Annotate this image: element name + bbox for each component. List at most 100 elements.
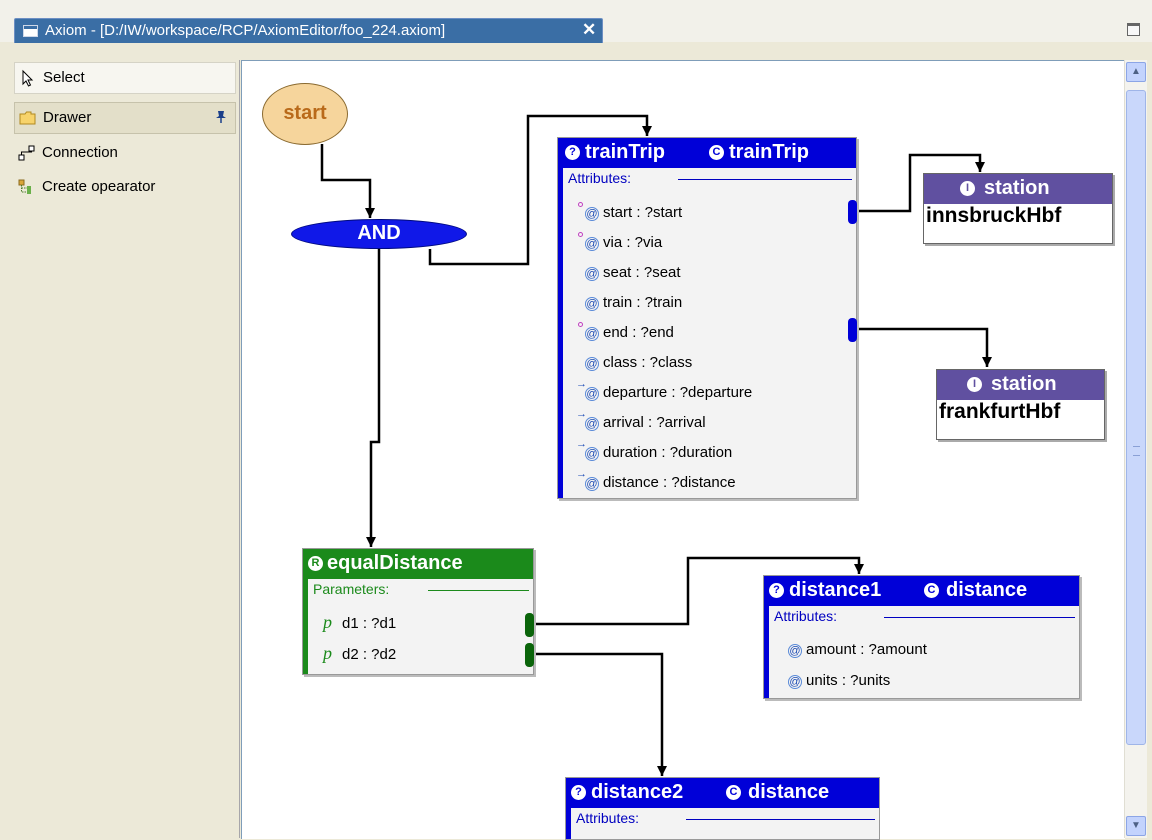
- traintrip-attribute-row: @ seat : ?seat: [585, 264, 681, 281]
- distance2-instance-name: distance2: [591, 781, 684, 803]
- station-innsbruck-name: innsbruckHbf: [926, 204, 1062, 227]
- attribute-icon: @: [788, 644, 802, 658]
- attribute-icon: @: [585, 387, 599, 401]
- traintrip-instance-name: trainTrip: [585, 141, 666, 163]
- concept-badge-icon: C: [709, 145, 724, 160]
- traintrip-attribute-text: seat : ?seat: [603, 264, 681, 281]
- question-badge-icon: ?: [565, 145, 580, 160]
- traintrip-attribute-text: class : ?class: [603, 354, 693, 371]
- traintrip-attribute-row: @ end : ?end: [578, 322, 674, 341]
- traintrip-instance-box[interactable]: ? trainTrip C trainTrip Attributes: @ sta…: [557, 137, 857, 499]
- equaldistance-header: R equalDistance: [303, 549, 533, 579]
- station-innsbruck-header: I station: [924, 174, 1112, 204]
- folder-icon: [19, 111, 36, 125]
- required-marker-icon: [578, 322, 583, 327]
- connection-icon: [18, 145, 35, 161]
- scroll-thumb[interactable]: [1126, 90, 1146, 745]
- traintrip-attribute-row: @ via : ?via: [578, 232, 663, 251]
- traintrip-attribute-row: @ class : ?class: [585, 354, 692, 371]
- distance1-header: ? distance1 C distance: [764, 576, 1079, 606]
- station-innsbruck-concept: station: [984, 177, 1050, 199]
- palette-select-tool[interactable]: Select: [14, 62, 236, 94]
- distance1-left-bar: [764, 606, 769, 698]
- concept-badge-icon: C: [726, 785, 741, 800]
- scroll-grip-icon: [1133, 446, 1140, 456]
- attribute-icon: @: [585, 357, 599, 371]
- traintrip-concept-name: trainTrip: [729, 141, 810, 163]
- distance1-instance-box[interactable]: ? distance1 C distance Attributes: @ amou…: [763, 575, 1080, 699]
- tab-title: Axiom - [D:/IW/workspace/RCP/AxiomEditor…: [45, 22, 446, 39]
- close-icon[interactable]: ✕: [582, 20, 596, 40]
- palette-create-operator-label: Create opearator: [42, 178, 156, 195]
- attribute-icon: @: [585, 477, 599, 491]
- scroll-down-button[interactable]: ▼: [1126, 816, 1146, 836]
- instance-badge-icon: I: [967, 377, 982, 392]
- traintrip-attribute-row: → @ distance : ?distance: [576, 468, 736, 491]
- attribute-icon: @: [585, 297, 599, 311]
- traintrip-start-port[interactable]: [848, 200, 857, 224]
- traintrip-attribute-text: departure : ?departure: [603, 384, 753, 401]
- editor-tab-bar: Axiom - [D:/IW/workspace/RCP/AxiomEditor…: [0, 0, 1152, 43]
- equaldistance-parameters-heading: Parameters:: [313, 581, 529, 597]
- distance2-left-bar: [566, 808, 571, 839]
- traintrip-attribute-text: via : ?via: [603, 234, 663, 251]
- traintrip-attributes-heading: Attributes:: [568, 170, 852, 186]
- palette-connection-tool[interactable]: Connection: [14, 138, 234, 168]
- tool-palette: Select Drawer Connection Create opearato…: [12, 60, 240, 838]
- equaldistance-left-bar: [303, 579, 308, 674]
- equaldistance-d1-port[interactable]: [525, 613, 534, 637]
- window-icon: [23, 25, 38, 37]
- traintrip-attribute-row: → @ duration : ?duration: [576, 438, 732, 461]
- output-arrow-icon: →: [576, 378, 587, 390]
- arrow-cursor-icon: [22, 69, 34, 87]
- editor-tab[interactable]: Axiom - [D:/IW/workspace/RCP/AxiomEditor…: [14, 18, 603, 43]
- traintrip-end-port[interactable]: [848, 318, 857, 342]
- station-frankfurt-concept: station: [991, 373, 1057, 395]
- pin-icon[interactable]: [215, 110, 227, 124]
- attribute-icon: @: [585, 207, 599, 221]
- distance1-concept-name: distance: [946, 579, 1028, 601]
- concept-badge-icon: C: [924, 583, 939, 598]
- traintrip-attribute-row: @ train : ?train: [585, 294, 682, 311]
- vertical-scrollbar[interactable]: ▲ ▼: [1124, 60, 1147, 838]
- distance1-attr-amount-text: amount : ?amount: [806, 641, 927, 658]
- palette-select-label: Select: [43, 69, 85, 86]
- param-d1-text: d1 : ?d1: [342, 615, 397, 632]
- distance1-attributes-heading: Attributes:: [774, 608, 1075, 624]
- traintrip-attribute-text: start : ?start: [603, 204, 683, 221]
- traintrip-attribute-text: distance : ?distance: [603, 474, 736, 491]
- palette-drawer[interactable]: Drawer: [14, 102, 236, 134]
- traintrip-attribute-text: arrival : ?arrival: [603, 414, 706, 431]
- maximize-button[interactable]: [1127, 23, 1140, 36]
- traintrip-attribute-row: → @ arrival : ?arrival: [576, 408, 706, 431]
- equaldistance-relation-box[interactable]: R equalDistance Parameters: p d1 : ?d1 pd…: [302, 548, 534, 675]
- palette-drawer-label: Drawer: [43, 109, 92, 126]
- traintrip-header: ? trainTrip C trainTrip: [558, 138, 856, 168]
- equaldistance-d2-port[interactable]: [525, 643, 534, 667]
- attribute-icon: @: [585, 237, 599, 251]
- required-marker-icon: [578, 232, 583, 237]
- attribute-icon: @: [788, 675, 802, 689]
- attribute-icon: @: [585, 327, 599, 341]
- required-marker-icon: [578, 202, 583, 207]
- traintrip-attribute-text: train : ?train: [603, 294, 683, 311]
- station-frankfurt-header: I station: [937, 370, 1104, 400]
- question-badge-icon: ?: [571, 785, 586, 800]
- traintrip-left-bar: [558, 168, 563, 498]
- param-d2-text: d2 : ?d2: [342, 646, 397, 663]
- station-frankfurt-box[interactable]: I station frankfurtHbf: [936, 369, 1105, 440]
- distance1-attr-units-text: units : ?units: [806, 672, 891, 689]
- parameter-icon: p: [323, 612, 332, 632]
- tree-icon: [18, 179, 31, 194]
- scroll-up-button[interactable]: ▲: [1126, 62, 1146, 82]
- station-innsbruck-box[interactable]: I station innsbruckHbf: [923, 173, 1113, 244]
- traintrip-attribute-row: → @ departure : ?departure: [576, 378, 753, 401]
- output-arrow-icon: →: [576, 438, 587, 450]
- start-node[interactable]: start: [262, 83, 348, 145]
- distance2-instance-box[interactable]: ? distance2 C distance Attributes:: [565, 777, 880, 840]
- palette-create-operator-tool[interactable]: Create opearator: [14, 172, 234, 202]
- and-node[interactable]: AND: [291, 219, 467, 249]
- traintrip-attribute-text: end : ?end: [603, 324, 674, 341]
- palette-connection-label: Connection: [42, 144, 118, 161]
- station-frankfurt-name: frankfurtHbf: [939, 400, 1061, 423]
